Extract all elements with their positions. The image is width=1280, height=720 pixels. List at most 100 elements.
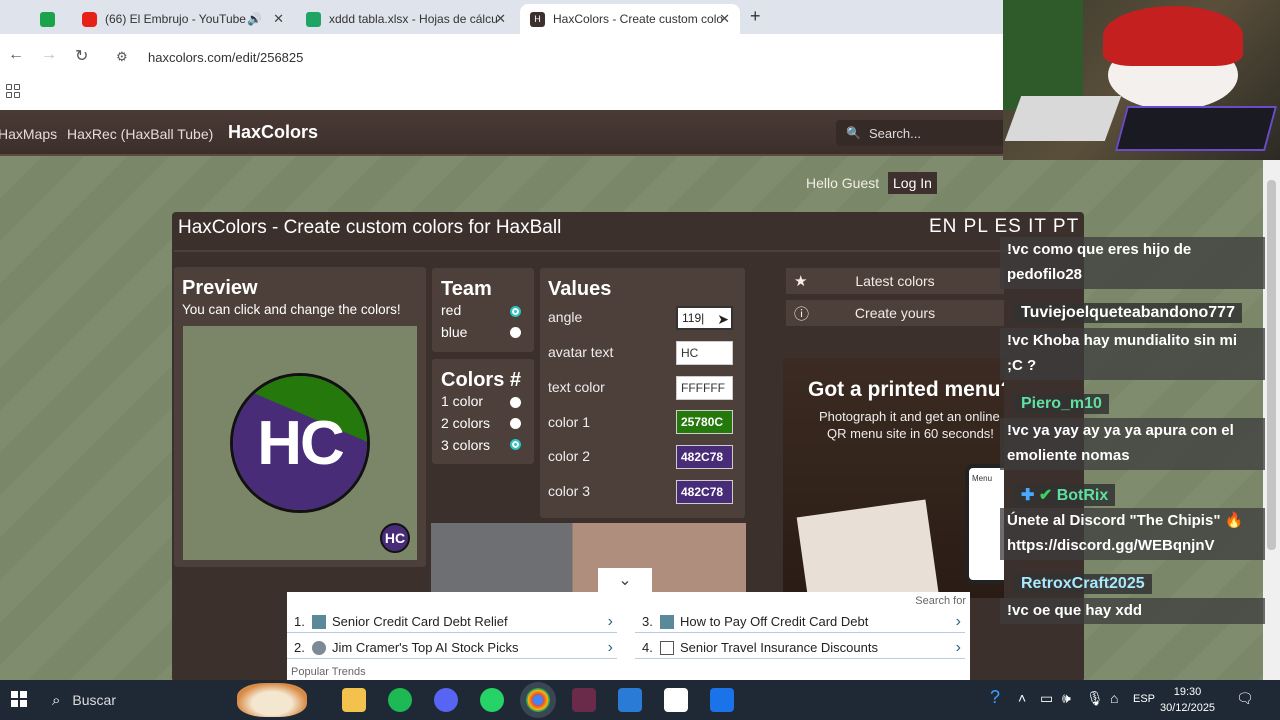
- star-icon: ★: [794, 273, 808, 290]
- volume-icon[interactable]: 🕪: [1062, 690, 1071, 707]
- nav-link-haxrec[interactable]: HaxRec (HaxBall Tube): [67, 126, 213, 142]
- avatar-text: HC: [257, 408, 345, 478]
- file-explorer-icon[interactable]: [342, 688, 366, 712]
- team-blue-radio[interactable]: [510, 327, 521, 338]
- ad-link-text: Jim Cramer's Top AI Stock Picks: [332, 640, 519, 655]
- clock-time: 19:30: [1173, 686, 1202, 698]
- site-info-icon[interactable]: ⚙: [116, 49, 132, 65]
- colors-3-radio[interactable]: [510, 439, 521, 450]
- search-icon: 🔍: [846, 126, 861, 140]
- ad-link-3[interactable]: 3. How to Pay Off Credit Card Debt ›: [635, 611, 965, 633]
- apps-icon[interactable]: [6, 84, 20, 98]
- dc-app-icon[interactable]: [664, 688, 688, 712]
- language-switcher[interactable]: EN PL ES IT PT: [929, 216, 1079, 238]
- create-yours-label: Create yours: [854, 305, 936, 321]
- tab-sheets[interactable]: xddd tabla.xlsx - Hojas de cálcu ✕: [306, 4, 516, 34]
- chat-text: https://discord.gg/WEBqnjnV: [1007, 537, 1215, 554]
- color-3-input[interactable]: 482C78: [676, 480, 733, 504]
- scrollbar-thumb[interactable]: [1267, 180, 1276, 550]
- menu-ad[interactable]: Got a printed menu? Photograph it and ge…: [783, 358, 1004, 598]
- clock[interactable]: 19:30 30/12/2025: [1160, 684, 1215, 716]
- chat-text: emoliente nomas: [1007, 447, 1130, 464]
- avatar-text-label: avatar text: [548, 344, 614, 360]
- team-option-blue-label: blue: [441, 324, 468, 340]
- kick-icon: [40, 11, 55, 27]
- wifi-icon[interactable]: ⌂: [1110, 690, 1118, 706]
- search-icon: ⌕: [52, 691, 61, 709]
- color-2-input[interactable]: 482C78: [676, 445, 733, 469]
- ad-link-4[interactable]: 4. Senior Travel Insurance Discounts ›: [635, 637, 965, 659]
- network-icon[interactable]: ▭: [1040, 690, 1053, 707]
- ad-link-1[interactable]: 1. Senior Credit Card Debt Relief ›: [287, 611, 617, 633]
- avatar-preview[interactable]: HC: [230, 373, 370, 513]
- colors-2-radio[interactable]: [510, 418, 521, 429]
- ad-num: 4.: [642, 640, 653, 655]
- forward-icon[interactable]: →: [41, 46, 57, 64]
- tab-youtube[interactable]: (66) El Embrujo - YouTube 🔊 ✕: [82, 4, 294, 34]
- windows-start-icon[interactable]: [11, 691, 27, 707]
- product-images[interactable]: [431, 523, 746, 593]
- app-icon[interactable]: [572, 688, 596, 712]
- language-indicator[interactable]: ESP: [1133, 693, 1155, 705]
- chevron-down-icon[interactable]: ⌄: [598, 568, 652, 592]
- phone-image: Menu: [965, 464, 1004, 584]
- popular-trends-label: Popular Trends: [291, 666, 366, 678]
- greeting: Hello Guest: [806, 175, 880, 191]
- angle-input[interactable]: 119| ➤: [676, 306, 733, 330]
- colors-heading: Colors #: [441, 369, 522, 391]
- spotify-icon[interactable]: [388, 688, 412, 712]
- chrome-icon[interactable]: [526, 688, 550, 712]
- speaker-icon[interactable]: 🔊: [247, 12, 262, 26]
- mousepad-image: [1004, 96, 1122, 141]
- close-icon[interactable]: ✕: [273, 11, 284, 27]
- team-option-red-label: red: [441, 302, 462, 318]
- color-1-input[interactable]: 25780C: [676, 410, 733, 434]
- login-button[interactable]: Log In: [888, 172, 937, 194]
- colors-option-3-label: 3 colors: [441, 437, 491, 453]
- site-navbar: HaxMaps HaxRec (HaxBall Tube) HaxColors …: [0, 110, 1006, 156]
- color-2-value: 482C78: [681, 450, 724, 464]
- create-yours-button[interactable]: ⓘ Create yours: [786, 300, 1004, 326]
- chevron-up-icon[interactable]: ˄: [1018, 690, 1026, 706]
- team-red-radio[interactable]: [510, 306, 521, 317]
- divider: [174, 250, 1082, 252]
- reload-icon[interactable]: ↻: [75, 46, 88, 66]
- tab-pinned[interactable]: [40, 4, 66, 34]
- chat-message: Únete al Discord "The Chipis" 🔥 https://…: [1000, 508, 1265, 560]
- latest-colors-button[interactable]: ★ Latest colors: [786, 268, 1004, 294]
- new-tab-icon[interactable]: +: [750, 6, 761, 27]
- search-for-label: Search for: [915, 595, 966, 607]
- close-icon[interactable]: ✕: [719, 11, 730, 27]
- avatar-text-input[interactable]: HC: [676, 341, 733, 365]
- chat-username-text: BotRix: [1056, 487, 1109, 504]
- help-icon[interactable]: ?: [990, 687, 1000, 708]
- search-highlight-image: [237, 683, 307, 717]
- chat-text: !vc ya yay ay ya ya apura con el: [1007, 422, 1234, 439]
- colors-1-radio[interactable]: [510, 397, 521, 408]
- notifications-icon[interactable]: 🗨: [1236, 690, 1254, 707]
- whatsapp-icon[interactable]: [480, 688, 504, 712]
- discord-icon[interactable]: [434, 688, 458, 712]
- chat-text: Únete al Discord "The Chipis" 🔥: [1007, 512, 1244, 529]
- site-search[interactable]: 🔍 Search...: [836, 120, 1006, 146]
- nav-link-haxmaps[interactable]: HaxMaps: [0, 126, 57, 142]
- tab-haxcolors[interactable]: H HaxColors - Create custom colo ✕: [520, 4, 740, 34]
- back-icon[interactable]: ←: [8, 46, 24, 64]
- page-scrollbar[interactable]: [1263, 160, 1280, 680]
- microphone-icon[interactable]: 🎙: [1086, 690, 1104, 707]
- chat-message: !vc oe que hay xdd: [1000, 598, 1265, 624]
- text-color-input[interactable]: FFFFFF: [676, 376, 733, 400]
- chat-username: Tuviejoelqueteabandono777: [1014, 303, 1242, 323]
- app-icon[interactable]: [710, 688, 734, 712]
- taskbar: ⌕ Buscar ? ˄ ▭ 🕪 🎙 ⌂ ESP 19:30 30/12/202…: [0, 680, 1280, 720]
- page-title: HaxColors - Create custom colors for Hax…: [178, 217, 562, 238]
- app-icon[interactable]: [618, 688, 642, 712]
- ad-link-2[interactable]: 2. Jim Cramer's Top AI Stock Picks ›: [287, 637, 617, 659]
- close-icon[interactable]: ✕: [495, 11, 506, 27]
- search-icon: [312, 640, 326, 655]
- color-1-value: 25780C: [681, 415, 724, 429]
- address-bar[interactable]: ⚙ haxcolors.com/edit/256825: [104, 41, 1004, 73]
- ad-link-text: How to Pay Off Credit Card Debt: [680, 614, 869, 629]
- ad-num: 2.: [294, 640, 305, 655]
- nav-brand[interactable]: HaxColors: [228, 122, 318, 143]
